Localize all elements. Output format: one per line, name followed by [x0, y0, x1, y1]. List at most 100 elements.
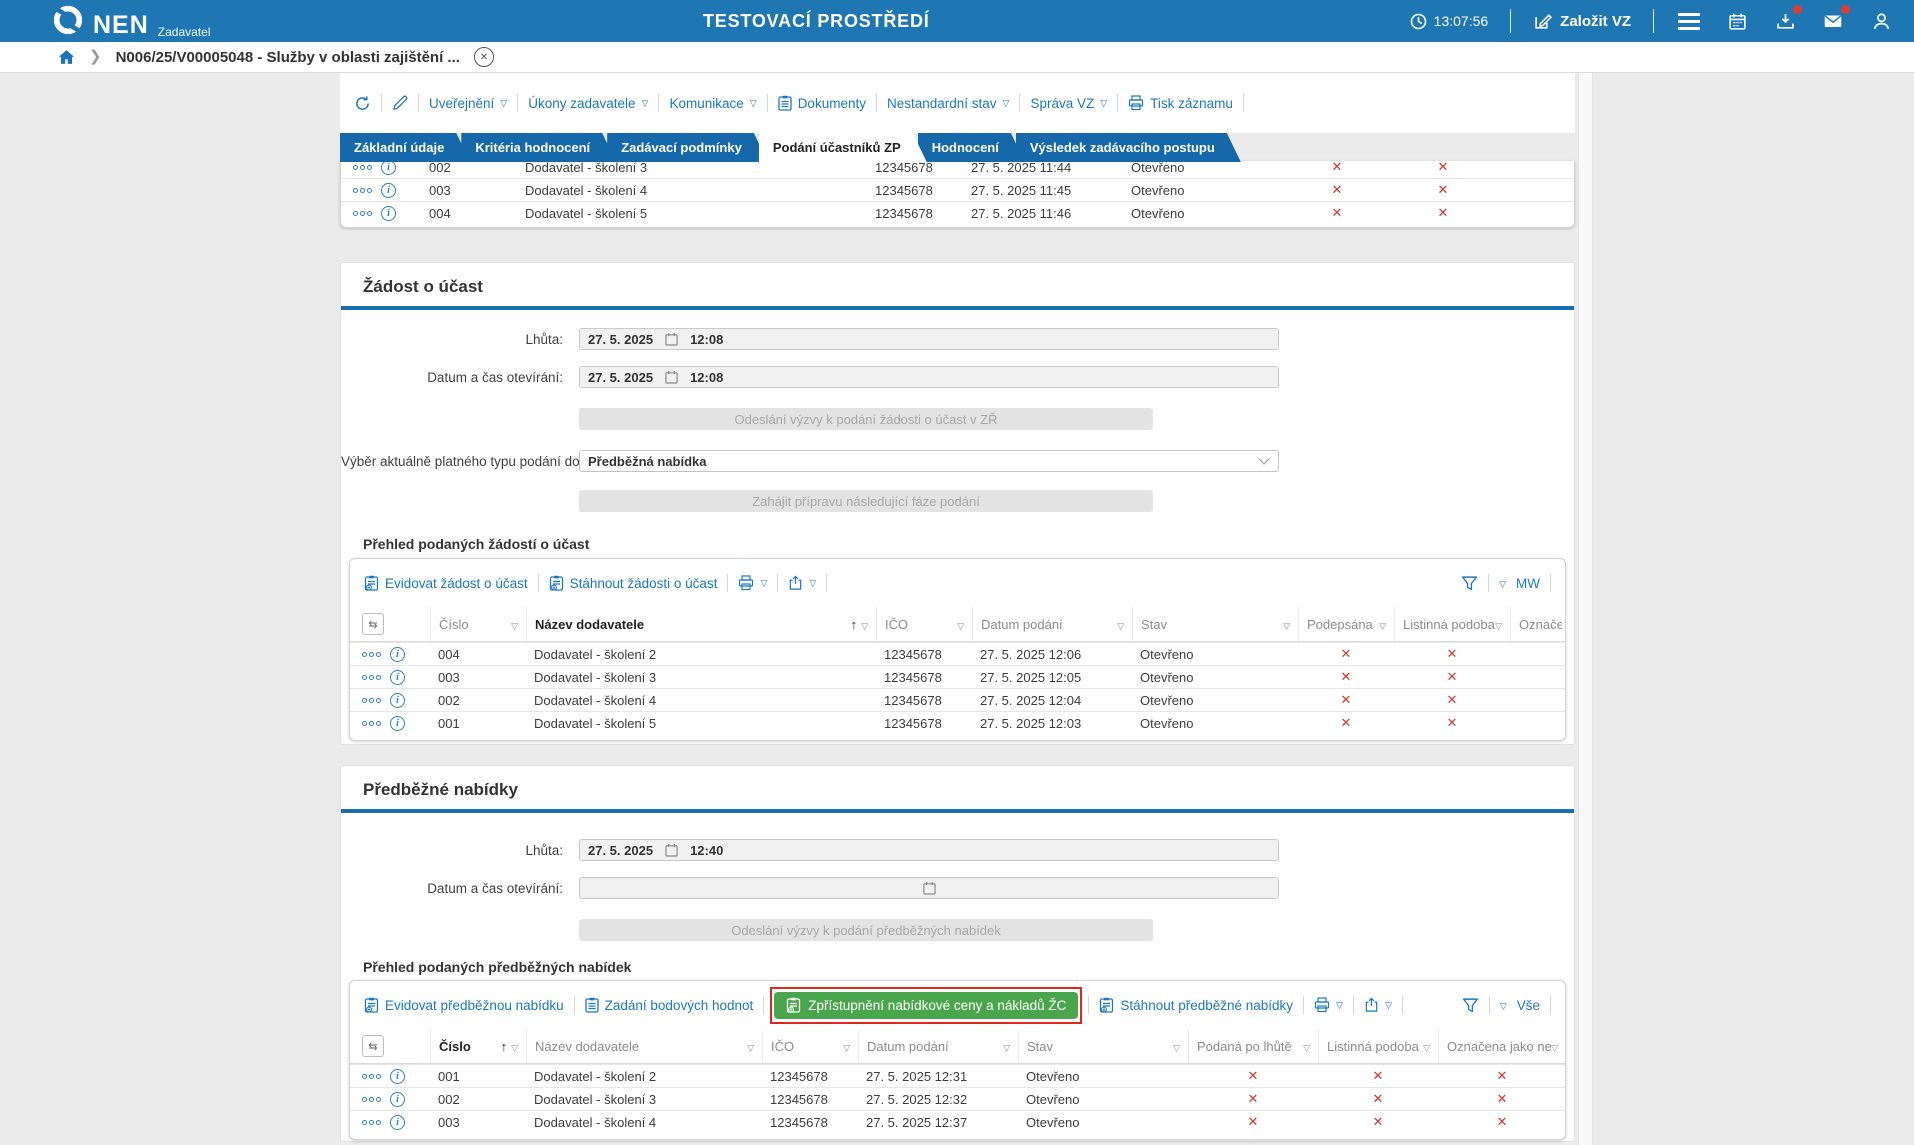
table-row[interactable]: 002 Dodavatel - školení 4 12345678 27. 5…: [350, 688, 1565, 711]
menu-vz-admin[interactable]: Správa VZ: [1030, 96, 1107, 111]
export-table-button[interactable]: [1364, 997, 1392, 1013]
breadcrumb-item[interactable]: N006/25/V00005048 - Služby v oblasti zaj…: [116, 49, 460, 66]
col-listinna-podoba[interactable]: Listinná podoba: [1394, 607, 1510, 641]
row-menu-icon[interactable]: [362, 698, 381, 703]
row-menu-icon[interactable]: [353, 188, 372, 193]
view-select-caret[interactable]: [1500, 996, 1507, 1014]
row-menu-icon[interactable]: [362, 1120, 381, 1125]
download-requests-button[interactable]: Stáhnout žádosti o účast: [549, 575, 718, 591]
tab-hodnoceni[interactable]: Hodnocení: [918, 133, 1025, 162]
col-datum-podani[interactable]: Datum podání: [972, 607, 1132, 641]
unlock-price-button[interactable]: Zpřístupnění nabídkové ceny a nákladů ŽC: [774, 992, 1078, 1019]
table-row[interactable]: 004 Dodavatel - školení 2 12345678 27. 5…: [350, 642, 1565, 665]
vertical-scrollbar[interactable]: [1578, 73, 1593, 1145]
next-phase-button[interactable]: Zahájit přípravu následující fáze podání: [579, 490, 1153, 512]
info-icon[interactable]: [390, 693, 405, 708]
row-menu-icon[interactable]: [362, 1097, 381, 1102]
filter-icon[interactable]: [1462, 997, 1479, 1014]
col-nazev-dodavatele[interactable]: Název dodavatele: [526, 1029, 762, 1063]
col-listinna-podoba[interactable]: Listinná podoba: [1318, 1029, 1438, 1063]
table-row[interactable]: 003 Dodavatel - školení 4 12345678 27. 5…: [341, 178, 1574, 201]
tab-vysledek[interactable]: Výsledek zadávacího postupu: [1016, 133, 1241, 162]
refresh-button[interactable]: [354, 95, 371, 112]
row-menu-icon[interactable]: [362, 675, 381, 680]
row-menu-icon[interactable]: [362, 1074, 381, 1079]
col-stav[interactable]: Stav: [1132, 607, 1298, 641]
column-settings-icon[interactable]: ⇆: [362, 613, 384, 635]
col-oznacena[interactable]: Označena jako nepodaná: [1510, 607, 1566, 641]
row-menu-icon[interactable]: [362, 721, 381, 726]
calendar-button[interactable]: [1724, 8, 1750, 34]
print-table-button[interactable]: [738, 575, 767, 591]
row-menu-icon[interactable]: [362, 652, 381, 657]
table-row[interactable]: 004 Dodavatel - školení 5 12345678 27. 5…: [341, 201, 1574, 224]
col-datum-podani[interactable]: Datum podání: [858, 1029, 1018, 1063]
submission-type-select[interactable]: Předběžná nabídka: [579, 450, 1279, 472]
table-row[interactable]: 001 Dodavatel - školení 2 12345678 27. 5…: [350, 1064, 1565, 1087]
row-menu-icon[interactable]: [353, 211, 372, 216]
tab-zadavaci-podminky[interactable]: Zadávací podmínky: [607, 133, 768, 162]
col-nazev-dodavatele[interactable]: Název dodavatele↑: [526, 607, 876, 641]
filter-icon[interactable]: [1461, 575, 1478, 592]
table-row[interactable]: 003 Dodavatel - školení 4 12345678 27. 5…: [350, 1110, 1565, 1133]
info-icon[interactable]: [381, 206, 396, 221]
info-icon[interactable]: [390, 1092, 405, 1107]
table-row[interactable]: 003 Dodavatel - školení 3 12345678 27. 5…: [350, 665, 1565, 688]
menu-button[interactable]: [1676, 8, 1702, 34]
user-button[interactable]: [1868, 8, 1894, 34]
export-table-button[interactable]: [788, 575, 816, 591]
register-request-button[interactable]: Evidovat žádost o účast: [364, 575, 528, 591]
table-toolbar: Evidovat předběžnou nabídku Zadání bodov…: [350, 981, 1565, 1029]
info-icon[interactable]: [390, 670, 405, 685]
col-oznacena[interactable]: Označena jako nepodaná: [1438, 1029, 1566, 1063]
opening-field[interactable]: [579, 877, 1279, 899]
menu-contracting-actions[interactable]: Úkony zadavatele: [528, 96, 648, 111]
nen-logo[interactable]: NEN Zadavatel: [0, 4, 211, 38]
info-icon[interactable]: [390, 1069, 405, 1084]
enter-points-button[interactable]: Zadání bodových hodnot: [585, 997, 754, 1013]
messages-button[interactable]: [1820, 8, 1846, 34]
col-podana-po-lhute[interactable]: Podaná po lhůtě: [1188, 1029, 1318, 1063]
menu-communication[interactable]: Komunikace: [669, 96, 756, 111]
menu-documents[interactable]: Dokumenty: [778, 95, 866, 111]
col-cislo[interactable]: Číslo: [430, 607, 526, 641]
menu-nonstandard-state[interactable]: Nestandardní stav: [887, 96, 1009, 111]
table-row[interactable]: 002 Dodavatel - školení 3 12345678 27. 5…: [350, 1087, 1565, 1110]
send-request-button[interactable]: Odeslání výzvy k podání žádosti o účast …: [579, 408, 1153, 430]
info-icon[interactable]: [381, 183, 396, 198]
col-cislo[interactable]: Číslo↑: [430, 1029, 526, 1063]
row-menu-icon[interactable]: [353, 165, 372, 170]
table-row[interactable]: 001 Dodavatel - školení 5 12345678 27. 5…: [350, 711, 1565, 734]
opening-field[interactable]: 27. 5. 2025 12:08: [579, 366, 1279, 388]
close-circle-icon[interactable]: ✕: [474, 47, 494, 67]
menu-publish[interactable]: Uveřejnění: [429, 96, 507, 111]
info-icon[interactable]: [390, 716, 405, 731]
home-icon[interactable]: [58, 49, 75, 65]
download-offers-button[interactable]: Stáhnout předběžné nabídky: [1099, 997, 1293, 1013]
col-podepsana[interactable]: Podepsána: [1298, 607, 1394, 641]
create-vz-button[interactable]: Založit VZ: [1533, 12, 1631, 31]
info-icon[interactable]: [390, 1115, 405, 1130]
tab-kriteria-hodnoceni[interactable]: Kritéria hodnocení: [461, 133, 616, 162]
col-stav[interactable]: Stav: [1018, 1029, 1188, 1063]
table-row[interactable]: 002 Dodavatel - školení 3 12345678 27. 5…: [341, 161, 1574, 178]
print-table-button[interactable]: [1314, 997, 1343, 1013]
send-request-button[interactable]: Odeslání výzvy k podání předběžných nabí…: [579, 919, 1153, 941]
deadline-field[interactable]: 27. 5. 2025 12:08: [579, 328, 1279, 350]
column-settings-icon[interactable]: ⇆: [362, 1035, 384, 1057]
view-select[interactable]: MW: [1516, 576, 1540, 591]
info-icon[interactable]: [390, 647, 405, 662]
col-ico[interactable]: IČO: [876, 607, 972, 641]
deadline-field[interactable]: 27. 5. 2025 12:40: [579, 839, 1279, 861]
tab-podani-ucastniku[interactable]: Podání účastníků ZP: [759, 133, 927, 162]
col-ico[interactable]: IČO: [762, 1029, 858, 1063]
edit-record-button[interactable]: [392, 95, 408, 111]
info-icon[interactable]: [381, 161, 396, 175]
downloads-button[interactable]: [1772, 8, 1798, 34]
print-record-button[interactable]: Tisk záznamu: [1128, 95, 1233, 111]
tab-zakladni-udaje[interactable]: Základní údaje: [340, 133, 470, 162]
register-offer-button[interactable]: Evidovat předběžnou nabídku: [364, 997, 564, 1013]
view-select-caret[interactable]: [1499, 574, 1506, 592]
view-select[interactable]: Vše: [1517, 998, 1540, 1013]
clipboard-icon: [778, 95, 792, 111]
